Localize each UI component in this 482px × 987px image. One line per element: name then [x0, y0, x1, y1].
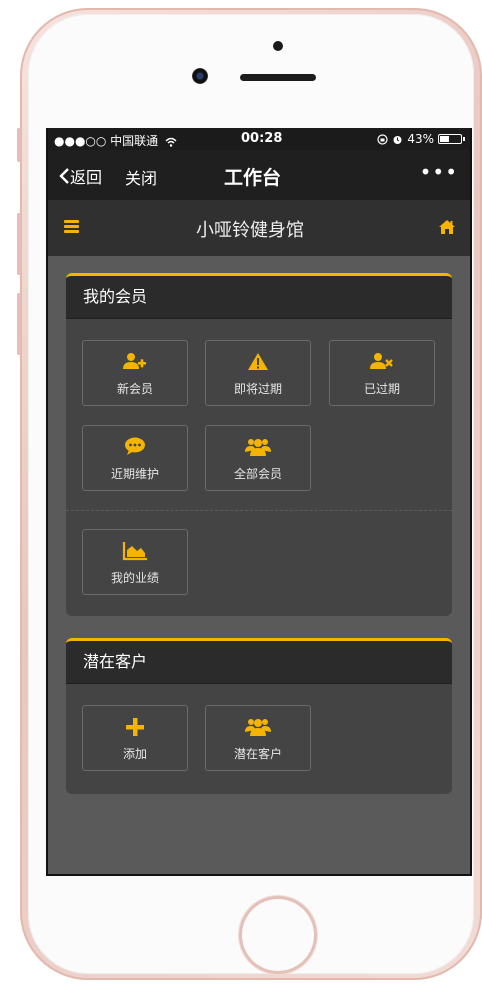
alarm-icon	[393, 135, 402, 144]
tile-recent-maintenance[interactable]: 近期维护	[82, 425, 188, 491]
back-button[interactable]: 返回	[58, 164, 102, 188]
area-chart-icon	[122, 542, 147, 561]
tile-label: 新会员	[116, 382, 153, 396]
tile-my-performance[interactable]: 我的业绩	[82, 529, 188, 595]
more-options-button[interactable]: •••	[420, 160, 458, 184]
close-button[interactable]: 关闭	[125, 165, 157, 189]
tile-label: 已过期	[363, 382, 400, 396]
my-members-title: 我的会员	[66, 276, 452, 319]
tile-expiring-soon[interactable]: 即将过期	[205, 340, 311, 406]
chevron-left-icon	[59, 168, 69, 184]
proximity-sensor	[273, 41, 283, 51]
tile-label: 全部会员	[233, 467, 282, 481]
tile-expired[interactable]: 已过期	[329, 340, 435, 406]
status-right: 43%	[377, 132, 465, 146]
tile-label: 近期维护	[110, 467, 159, 481]
mute-switch	[17, 128, 21, 162]
home-button[interactable]	[239, 896, 317, 974]
app-header: 小哑铃健身馆	[48, 200, 470, 256]
volume-up-button	[17, 213, 21, 275]
section-divider	[66, 510, 452, 511]
status-bar: ●●●○○ 中国联通 00:28 43%	[48, 128, 470, 150]
plus-icon	[126, 718, 144, 736]
tile-label: 即将过期	[233, 382, 282, 396]
warning-icon	[248, 353, 268, 370]
group-icon	[245, 719, 271, 736]
tile-add-prospect[interactable]: 添加	[82, 705, 188, 771]
status-time: 00:28	[241, 131, 283, 146]
chat-icon	[125, 437, 145, 455]
battery-fill	[440, 136, 449, 142]
prospects-title: 潜在客户	[66, 641, 452, 684]
tile-new-member[interactable]: 新会员	[82, 340, 188, 406]
front-camera	[192, 68, 208, 84]
volume-down-button	[17, 293, 21, 355]
battery-percent: 43%	[407, 132, 434, 146]
home-icon[interactable]	[438, 219, 456, 239]
tile-label: 添加	[122, 747, 147, 761]
page-title: 工作台	[224, 167, 282, 189]
group-icon	[245, 439, 271, 456]
nav-bar: 返回 关闭 工作台 •••	[48, 150, 470, 200]
carrier-label: ●●●○○ 中国联通	[54, 132, 177, 149]
earpiece-speaker	[240, 74, 316, 81]
tile-label: 潜在客户	[233, 747, 282, 761]
tile-all-members[interactable]: 全部会员	[205, 425, 311, 491]
tile-label: 我的业绩	[110, 571, 159, 585]
wifi-icon	[165, 137, 177, 147]
menu-icon[interactable]	[64, 220, 79, 234]
back-label: 返回	[70, 168, 103, 187]
rotation-lock-icon	[377, 133, 388, 145]
remove-user-icon	[370, 353, 393, 369]
phone-screen: ●●●○○ 中国联通 00:28 43% 返回 关闭 工作台 ••• 小哑铃健身…	[46, 128, 472, 876]
my-members-card: 我的会员 新会员 即将过期 已过期 近期维护 全部会员 我的业绩	[66, 273, 452, 616]
battery-icon	[438, 134, 465, 144]
gym-name: 小哑铃健身馆	[196, 220, 304, 241]
add-user-icon	[123, 353, 146, 369]
prospects-card: 潜在客户 添加 潜在客户	[66, 638, 452, 794]
tile-prospects[interactable]: 潜在客户	[205, 705, 311, 771]
